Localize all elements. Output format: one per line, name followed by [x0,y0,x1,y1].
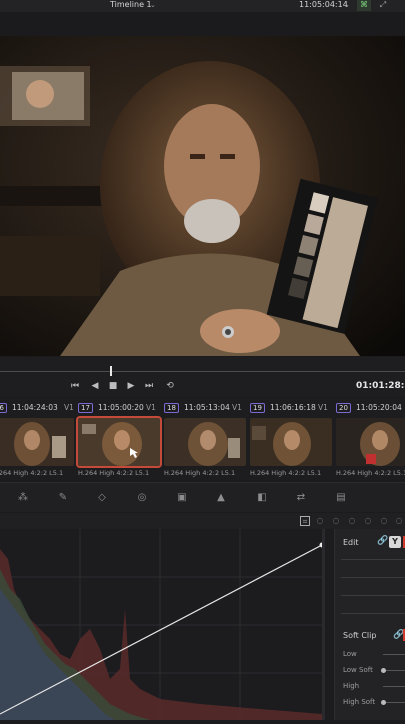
clip-timecode: 11:05:00:20 [98,403,144,412]
magic-mask-icon[interactable]: ▣ [175,491,189,505]
divider [341,559,405,560]
hue-vs-lum-icon[interactable]: ◌ [347,516,357,526]
low-soft-label: Low Soft [343,666,373,674]
clip-codec: H.264 High 4:2:2 L5.1 [250,469,322,477]
stop-icon[interactable]: ■ [106,380,120,392]
clip-thumbnail[interactable] [164,418,246,466]
divider [341,613,405,614]
clip-track: V1 [64,403,74,412]
chevron-down-icon[interactable]: ⌄ [150,0,156,10]
clip-codec: H.264 High 4:2:2 L5.1 [164,469,236,477]
clip-number: 18 [164,403,179,413]
clip-codec: H.264 High 4:2:2 L5.1 [336,469,405,477]
hue-vs-hue-icon[interactable]: ◌ [315,516,325,526]
clip-thumbnail[interactable] [336,418,405,466]
high-soft-label: High Soft [343,698,376,706]
clip-strip: 16 11:04:24:03 V1 H.264 High 4:2:2 L5.1 … [0,398,405,480]
chevron-down-icon[interactable]: ⌄ [344,0,350,10]
clip-track: V1 [232,403,242,412]
clip-codec: H.264 High 4:2:2 L5.1 [0,469,64,477]
viewer-frame-image [0,36,405,356]
skip-to-end-icon[interactable]: ⏭ [142,380,156,392]
clip-timecode: 11:04:24:03 [12,403,58,412]
clip-thumbnail[interactable] [76,416,162,468]
clip-number: 17 [78,403,93,413]
loop-icon[interactable]: ⟲ [163,380,177,392]
color-tools-toolbar: ⁂ ✎ ◇ ◎ ▣ ▲ ◧ ⇄ ▤ [0,482,405,512]
3d-icon[interactable]: ▤ [334,491,348,505]
timeline-name[interactable]: Timeline 1 [110,0,152,10]
divider [341,577,405,578]
scrubber-track[interactable] [0,371,405,372]
clip-codec: H.264 High 4:2:2 L5.1 [78,469,150,477]
curves-side-panel: Edit 🔗 Y Soft Clip 🔗 Low Low Soft High H… [334,529,405,720]
clip-track: V1 [318,403,328,412]
channel-y-button[interactable]: Y [389,536,401,548]
clip-number: 20 [336,403,351,413]
clip-thumbnail[interactable] [250,418,332,466]
curves-canvas [0,529,333,720]
transport-timecode: 01:01:28:21 [356,381,405,391]
play-icon[interactable]: ▶ [124,380,138,392]
video-viewer[interactable] [0,36,405,356]
hue-vs-sat-icon[interactable]: ◌ [331,516,341,526]
clip-number: 16 [0,403,7,413]
high-label: High [343,682,360,690]
key-icon[interactable]: ◧ [255,491,269,505]
clip-timecode: 11:05:13:04 [184,403,230,412]
curves-mode-bar: ⌗ ◌ ◌ ◌ ◌ ◌ ◌ [0,513,405,529]
lum-vs-sat-icon[interactable]: ◌ [363,516,373,526]
sat-vs-lum-icon[interactable]: ◌ [394,516,404,526]
window-icon[interactable]: ◇ [95,491,109,505]
playhead[interactable] [110,366,112,376]
low-label: Low [343,650,357,658]
high-soft-slider-handle[interactable] [381,700,386,705]
node-icon[interactable]: ⁂ [16,491,30,505]
play-reverse-icon[interactable]: ◀ [88,380,102,392]
transport-bar: ⏮ ◀ ■ ▶ ⏭ ⟲ 01:01:28:21 [0,357,405,397]
clip-item[interactable]: 16 11:04:24:03 V1 H.264 High 4:2:2 L5.1 [0,402,78,478]
link-icon[interactable]: 🔗 [377,536,388,546]
sizing-icon[interactable]: ⇄ [294,491,308,505]
divider [341,595,405,596]
viewer-timecode: 11:05:04:14 [299,0,348,9]
low-soft-slider[interactable] [383,670,405,671]
sat-vs-sat-icon[interactable]: ◌ [379,516,389,526]
custom-curves-graph[interactable] [0,529,333,720]
high-slider[interactable] [383,686,405,687]
blur-icon[interactable]: ▲ [214,491,228,505]
low-slider[interactable] [383,654,405,655]
edit-label: Edit [343,538,359,547]
fullscreen-icon[interactable]: ⤢ [376,0,390,11]
eyedropper-icon[interactable]: ✎ [56,491,70,505]
custom-curve-icon[interactable]: ⌗ [300,516,310,526]
high-soft-slider[interactable] [383,702,405,703]
clip-number: 19 [250,403,265,413]
clip-thumbnail[interactable] [0,418,74,466]
clip-timecode: 11:05:20:04 [356,403,402,412]
soft-clip-label: Soft Clip [343,631,377,640]
clip-track: V1 [146,403,156,412]
clip-item[interactable]: V1 20 11:05:20:04 H.264 High 4:2:2 L5.1 [318,402,405,478]
tracker-icon[interactable]: ◎ [135,491,149,505]
skip-to-start-icon[interactable]: ⏮ [68,380,82,392]
viewer-options-icon[interactable]: ⌘ [357,0,371,11]
top-bar: Timeline 1 ⌄ 11:05:04:14 ⌄ ⌘ ⤢ [0,0,405,12]
clip-timecode: 11:06:16:18 [270,403,316,412]
low-soft-slider-handle[interactable] [381,668,386,673]
